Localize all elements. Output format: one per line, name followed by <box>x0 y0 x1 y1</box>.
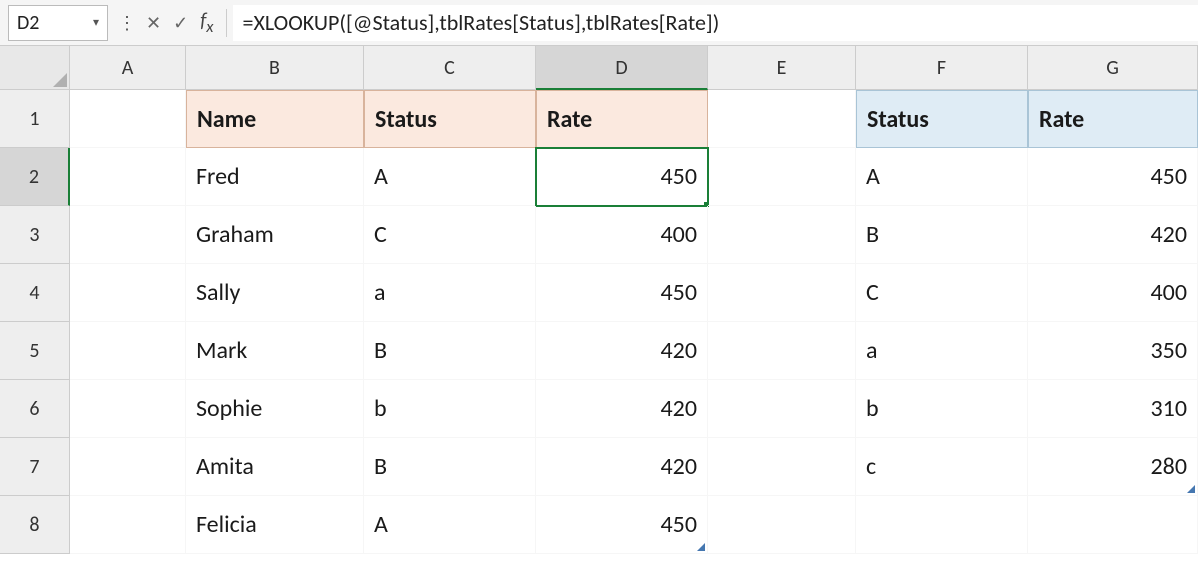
colhdr-B[interactable]: B <box>186 46 364 90</box>
cell-D6[interactable]: 420 <box>536 380 708 438</box>
cell-A6[interactable] <box>70 380 186 438</box>
row-2: 2 Fred A 450 A 450 <box>0 148 1198 206</box>
cell-D7[interactable]: 420 <box>536 438 708 496</box>
cell-C8[interactable]: A <box>364 496 536 554</box>
select-all-corner[interactable] <box>0 46 70 90</box>
cell-B5[interactable]: Mark <box>186 322 364 380</box>
row-6: 6 Sophie b 420 b 310 <box>0 380 1198 438</box>
formula-text: =XLOOKUP([@Status],tblRates[Status],tblR… <box>243 9 720 36</box>
cell-D4[interactable]: 450 <box>536 264 708 322</box>
cell-G5[interactable]: 350 <box>1028 322 1198 380</box>
cell-F8[interactable] <box>856 496 1028 554</box>
column-headers: A B C D E F G <box>0 46 1198 90</box>
spreadsheet-grid[interactable]: A B C D E F G 1 Name Status Rate Status … <box>0 46 1198 554</box>
colhdr-D[interactable]: D <box>536 46 708 90</box>
cell-C6[interactable]: b <box>364 380 536 438</box>
cell-C3[interactable]: C <box>364 206 536 264</box>
cell-A7[interactable] <box>70 438 186 496</box>
cell-A1[interactable] <box>70 90 186 148</box>
row-4: 4 Sally a 450 C 400 <box>0 264 1198 322</box>
cell-C2[interactable]: A <box>364 148 536 206</box>
row-3: 3 Graham C 400 B 420 <box>0 206 1198 264</box>
cell-A3[interactable] <box>70 206 186 264</box>
cell-E5[interactable] <box>708 322 856 380</box>
row-1: 1 Name Status Rate Status Rate <box>0 90 1198 148</box>
cell-G6[interactable]: 310 <box>1028 380 1198 438</box>
cell-B1[interactable]: Name <box>186 90 364 148</box>
cell-F2[interactable]: A <box>856 148 1028 206</box>
cell-B8[interactable]: Felicia <box>186 496 364 554</box>
cell-E8[interactable] <box>708 496 856 554</box>
row-5: 5 Mark B 420 a 350 <box>0 322 1198 380</box>
rowhdr-7[interactable]: 7 <box>0 438 70 496</box>
cell-B6[interactable]: Sophie <box>186 380 364 438</box>
colhdr-A[interactable]: A <box>70 46 186 90</box>
cell-D1[interactable]: Rate <box>536 90 708 148</box>
enter-formula-icon[interactable]: ✓ <box>167 12 194 34</box>
rowhdr-4[interactable]: 4 <box>0 264 70 322</box>
cell-D3[interactable]: 400 <box>536 206 708 264</box>
colhdr-G[interactable]: G <box>1028 46 1198 90</box>
bar-separator <box>226 9 227 37</box>
cell-A4[interactable] <box>70 264 186 322</box>
row-8: 8 Felicia A 450 <box>0 496 1198 554</box>
cell-F3[interactable]: B <box>856 206 1028 264</box>
cell-F4[interactable]: C <box>856 264 1028 322</box>
colhdr-F[interactable]: F <box>856 46 1028 90</box>
cell-B2[interactable]: Fred <box>186 148 364 206</box>
cell-E3[interactable] <box>708 206 856 264</box>
cell-G1[interactable]: Rate <box>1028 90 1198 148</box>
cell-E4[interactable] <box>708 264 856 322</box>
cell-G8[interactable] <box>1028 496 1198 554</box>
cell-F5[interactable]: a <box>856 322 1028 380</box>
cell-C1[interactable]: Status <box>364 90 536 148</box>
cell-D8[interactable]: 450 <box>536 496 708 554</box>
name-box-dropdown-icon[interactable]: ▾ <box>93 15 99 30</box>
cell-F1[interactable]: Status <box>856 90 1028 148</box>
cancel-formula-icon[interactable]: ✕ <box>140 12 167 34</box>
rowhdr-6[interactable]: 6 <box>0 380 70 438</box>
name-box[interactable]: D2 ▾ <box>8 5 108 41</box>
cell-G2[interactable]: 450 <box>1028 148 1198 206</box>
cell-C4[interactable]: a <box>364 264 536 322</box>
row-7: 7 Amita B 420 c 280 <box>0 438 1198 496</box>
cell-G7[interactable]: 280 <box>1028 438 1198 496</box>
cell-D5[interactable]: 420 <box>536 322 708 380</box>
rowhdr-8[interactable]: 8 <box>0 496 70 554</box>
rowhdr-5[interactable]: 5 <box>0 322 70 380</box>
colhdr-E[interactable]: E <box>708 46 856 90</box>
cell-C7[interactable]: B <box>364 438 536 496</box>
cell-E1[interactable] <box>708 90 856 148</box>
formula-bar-area: D2 ▾ ⋮ ✕ ✓ fx =XLOOKUP([@Status],tblRate… <box>0 0 1198 46</box>
cell-B3[interactable]: Graham <box>186 206 364 264</box>
insert-function-icon[interactable]: fx <box>194 9 219 37</box>
cell-E6[interactable] <box>708 380 856 438</box>
bar-dots-icon: ⋮ <box>114 12 140 34</box>
rowhdr-2[interactable]: 2 <box>0 148 70 206</box>
cell-A2[interactable] <box>70 148 186 206</box>
cell-D2[interactable]: 450 <box>536 148 708 206</box>
cell-E2[interactable] <box>708 148 856 206</box>
cell-G3[interactable]: 420 <box>1028 206 1198 264</box>
cell-F6[interactable]: b <box>856 380 1028 438</box>
rowhdr-1[interactable]: 1 <box>0 90 70 148</box>
colhdr-C[interactable]: C <box>364 46 536 90</box>
cell-B7[interactable]: Amita <box>186 438 364 496</box>
cell-A5[interactable] <box>70 322 186 380</box>
cell-E7[interactable] <box>708 438 856 496</box>
cell-F7[interactable]: c <box>856 438 1028 496</box>
cell-B4[interactable]: Sally <box>186 264 364 322</box>
cell-C5[interactable]: B <box>364 322 536 380</box>
name-box-value: D2 <box>17 11 39 35</box>
rowhdr-3[interactable]: 3 <box>0 206 70 264</box>
cell-A8[interactable] <box>70 496 186 554</box>
cell-G4[interactable]: 400 <box>1028 264 1198 322</box>
formula-input[interactable]: =XLOOKUP([@Status],tblRates[Status],tblR… <box>233 5 1198 41</box>
